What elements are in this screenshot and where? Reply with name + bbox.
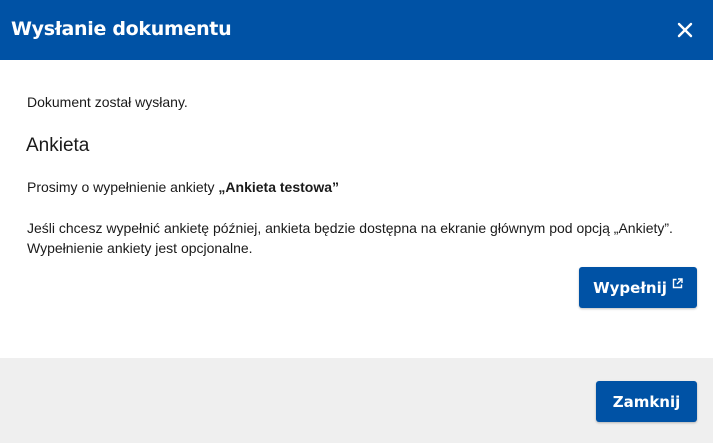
survey-info-text: Jeśli chcesz wypełnić ankietę później, a… (27, 218, 707, 258)
dialog-footer: Zamknij (0, 358, 713, 443)
dialog-title: Wysłanie dokumentu (11, 18, 232, 40)
survey-optional-line: Wypełnienie ankiety jest opcjonalne. (27, 240, 253, 256)
fill-survey-label: Wypełnij (593, 278, 667, 297)
dialog-header: Wysłanie dokumentu (0, 0, 713, 60)
close-dialog-button[interactable]: Zamknij (596, 381, 697, 422)
dialog-body: Dokument został wysłany. Ankieta Prosimy… (0, 60, 713, 358)
send-document-dialog: Wysłanie dokumentu Dokument został wysła… (0, 0, 713, 443)
survey-section-title: Ankieta (26, 135, 90, 156)
close-icon (677, 22, 693, 38)
survey-request-text: Prosimy o wypełnienie ankiety „Ankieta t… (27, 178, 339, 196)
survey-name: „Ankieta testowa” (218, 179, 340, 195)
fill-survey-button[interactable]: Wypełnij (579, 267, 697, 308)
survey-request-prefix: Prosimy o wypełnienie ankiety (27, 179, 219, 195)
external-link-icon (672, 278, 683, 289)
close-button[interactable] (675, 20, 695, 40)
sent-confirmation-text: Dokument został wysłany. (27, 94, 188, 110)
survey-info-line: Jeśli chcesz wypełnić ankietę później, a… (27, 220, 673, 236)
